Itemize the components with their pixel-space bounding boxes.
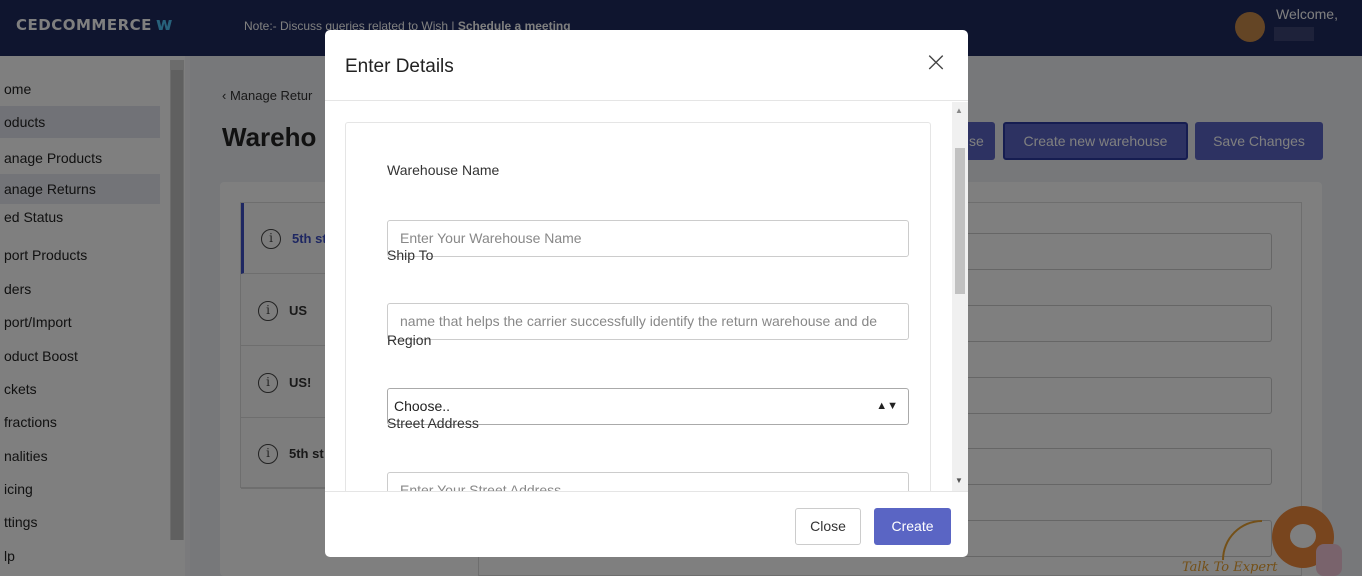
ship-to-input[interactable]: name that helps the carrier successfully… <box>387 303 909 340</box>
modal-footer: Close Create <box>325 491 968 557</box>
select-arrows-icon: ▲▼ <box>876 400 898 412</box>
enter-details-modal: Enter Details × Warehouse Name Enter You… <box>325 30 968 557</box>
scroll-down-icon[interactable]: ▼ <box>955 476 963 485</box>
modal-header: Enter Details × <box>325 30 968 101</box>
region-label: Region <box>387 332 432 348</box>
warehouse-name-label: Warehouse Name <box>387 162 500 178</box>
close-button[interactable]: Close <box>795 508 861 545</box>
street-address-input[interactable]: Enter Your Street Address <box>387 472 909 491</box>
warehouse-name-input[interactable]: Enter Your Warehouse Name <box>387 220 909 257</box>
scroll-up-icon[interactable]: ▲ <box>955 106 963 115</box>
ship-to-label: Ship To <box>387 247 434 263</box>
street-address-label: Street Address <box>387 415 479 431</box>
modal-body: Warehouse Name Enter Your Warehouse Name… <box>325 102 968 491</box>
modal-scrollbar-thumb[interactable] <box>955 148 965 294</box>
region-select-value: Choose.. <box>394 398 451 414</box>
modal-title: Enter Details <box>345 56 454 77</box>
create-button[interactable]: Create <box>874 508 951 545</box>
close-icon[interactable]: × <box>923 48 949 76</box>
